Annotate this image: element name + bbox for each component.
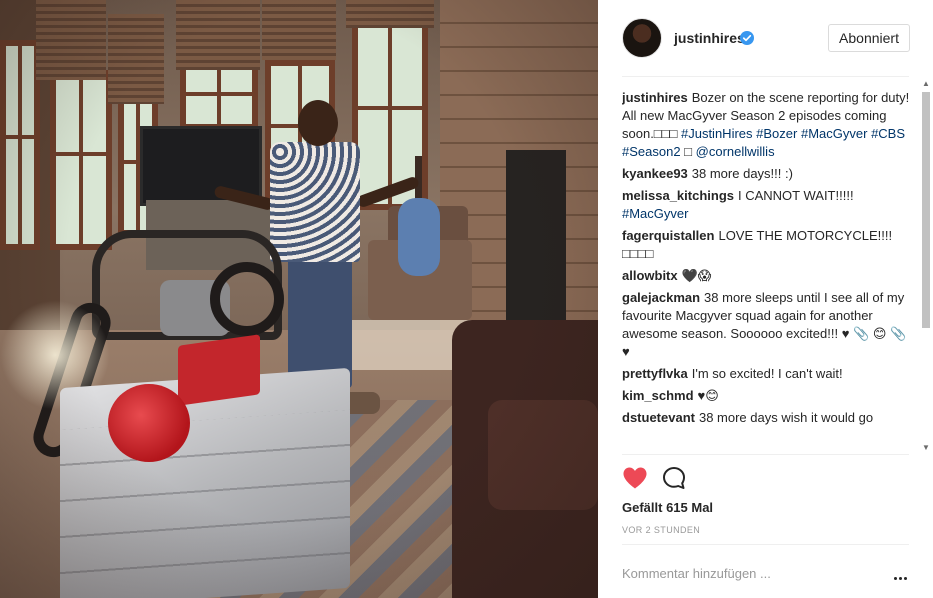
comment-text: 38 more days wish it would go bbox=[698, 410, 874, 425]
comment-item: melissa_kitchings I CANNOT WAIT!!!!! #Mac… bbox=[622, 187, 912, 223]
comment-username[interactable]: fagerquistallen bbox=[622, 228, 714, 243]
header-username[interactable]: justinhires bbox=[674, 30, 745, 46]
comment-username[interactable]: galejackman bbox=[622, 290, 700, 305]
comment-text: ♥😊 bbox=[697, 388, 719, 403]
hashtag-link[interactable]: @cornellwillis bbox=[696, 144, 775, 159]
comment-username[interactable]: kyankee93 bbox=[622, 166, 688, 181]
comment-text: 38 more days!!! :) bbox=[691, 166, 793, 181]
hashtag-link[interactable]: #CBS bbox=[871, 126, 905, 141]
hashtag-link[interactable]: #JustinHires bbox=[681, 126, 753, 141]
comment-item: justinhires Bozer on the scene reporting … bbox=[622, 89, 912, 161]
divider bbox=[622, 454, 909, 455]
comment-item: galejackman 38 more sleeps until I see al… bbox=[622, 289, 912, 361]
comment-item: prettyflvka I'm so excited! I can't wait! bbox=[622, 365, 912, 383]
following-button[interactable]: Abonniert bbox=[828, 24, 910, 52]
comment-username[interactable]: kim_schmd bbox=[622, 388, 694, 403]
post-photo[interactable] bbox=[0, 0, 598, 598]
divider bbox=[622, 544, 909, 545]
post-sidebar: justinhires Abonniert justinhires Bozer o… bbox=[598, 0, 933, 598]
comment-text: I'm so excited! I can't wait! bbox=[691, 366, 843, 381]
comment-item: kim_schmd ♥😊 bbox=[622, 387, 912, 405]
post-timestamp[interactable]: VOR 2 STUNDEN bbox=[622, 525, 700, 535]
comment-item: kyankee93 38 more days!!! :) bbox=[622, 165, 912, 183]
post-header: justinhires Abonniert bbox=[598, 0, 933, 76]
scroll-down-arrow-icon[interactable]: ▼ bbox=[922, 444, 930, 452]
verified-badge-icon bbox=[740, 31, 754, 45]
comment-text: □ bbox=[680, 144, 696, 159]
comment-username[interactable]: justinhires bbox=[622, 90, 688, 105]
comment-text: I CANNOT WAIT!!!!! bbox=[738, 188, 854, 203]
comment-username[interactable]: allowbitx bbox=[622, 268, 678, 283]
hashtag-link[interactable]: #Bozer bbox=[756, 126, 797, 141]
comment-input[interactable] bbox=[622, 562, 872, 584]
comment-text: 🖤😱 bbox=[681, 268, 712, 283]
comments-scrollbar[interactable]: ▲ ▼ bbox=[919, 78, 933, 454]
hashtag-link[interactable]: #MacGyver bbox=[622, 206, 688, 221]
comment-item: fagerquistallen LOVE THE MOTORCYCLE!!!! □… bbox=[622, 227, 912, 263]
likes-count[interactable]: Gefällt 615 Mal bbox=[622, 500, 713, 515]
comment-username[interactable]: melissa_kitchings bbox=[622, 188, 734, 203]
comment-item: allowbitx 🖤😱 bbox=[622, 267, 912, 285]
hashtag-link[interactable]: #MacGyver bbox=[801, 126, 867, 141]
comment-username[interactable]: prettyflvka bbox=[622, 366, 688, 381]
avatar[interactable] bbox=[622, 18, 662, 58]
more-options-icon[interactable] bbox=[894, 568, 910, 580]
scroll-up-arrow-icon[interactable]: ▲ bbox=[922, 80, 930, 88]
scrollbar-thumb[interactable] bbox=[922, 92, 930, 328]
hashtag-link[interactable]: #Season2 bbox=[622, 144, 681, 159]
heart-icon[interactable] bbox=[622, 466, 648, 490]
comments-list[interactable]: justinhires Bozer on the scene reporting … bbox=[622, 89, 912, 455]
comment-username[interactable]: dstuetevant bbox=[622, 410, 695, 425]
comment-item: dstuetevant 38 more days wish it would go bbox=[622, 409, 912, 427]
speech-bubble-icon[interactable] bbox=[662, 466, 686, 490]
photo-vignette bbox=[0, 0, 598, 598]
divider bbox=[622, 76, 909, 77]
